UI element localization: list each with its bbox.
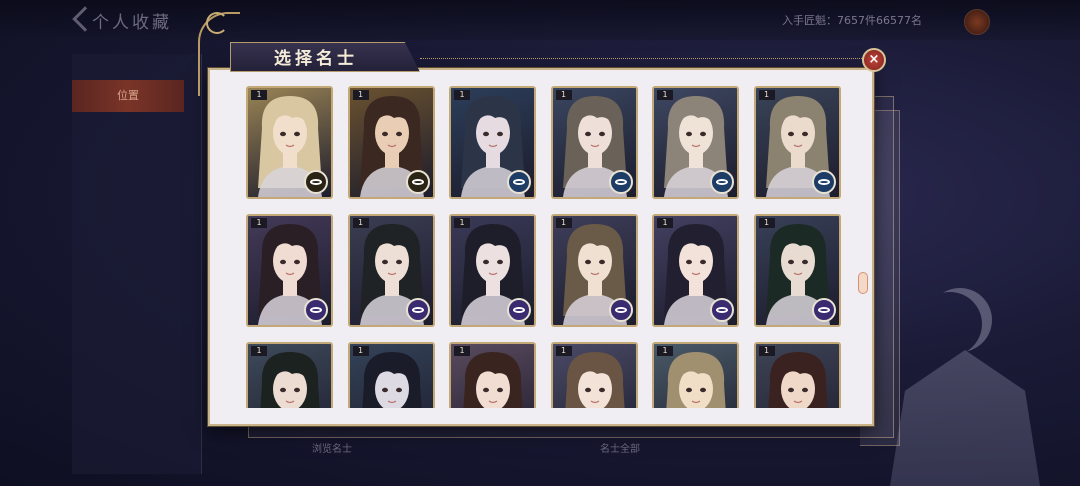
scholar-card[interactable]: 1 — [550, 86, 638, 199]
faction-emblem-icon — [710, 298, 734, 322]
scholar-card[interactable]: 1 — [347, 214, 435, 327]
rank-badge: 1 — [454, 90, 470, 100]
faction-emblem-icon — [405, 298, 430, 322]
scholar-card[interactable]: 1 — [753, 214, 841, 327]
scholar-card[interactable]: 1 — [449, 342, 536, 408]
rank-badge: 1 — [251, 346, 267, 356]
scholar-card[interactable]: 1 — [246, 86, 333, 199]
faction-emblem-icon — [304, 170, 328, 194]
faction-emblem-icon — [811, 298, 836, 322]
rank-badge: 1 — [555, 346, 572, 356]
scholar-card[interactable]: 1 — [449, 214, 536, 327]
scholar-card[interactable]: 1 — [550, 342, 638, 408]
rank-badge: 1 — [657, 218, 673, 228]
dialog-title: 选择名士 — [274, 49, 358, 69]
scholar-card[interactable]: 1 — [652, 86, 739, 199]
background-label-mid: 名士全部 — [600, 444, 640, 455]
faction-emblem-icon — [608, 298, 633, 322]
scholar-grid[interactable]: 1 1 1 1 1 1 1 1 1 1 1 1 1 1 1 1 1 1 — [244, 84, 844, 408]
rank-badge: 1 — [352, 218, 369, 228]
emblem-eye-icon — [716, 179, 728, 185]
scholar-card[interactable]: 1 — [652, 214, 739, 327]
rank-badge: 1 — [555, 218, 572, 228]
scholar-card[interactable]: 1 — [753, 86, 841, 199]
emblem-eye-icon — [310, 179, 322, 185]
rank-badge: 1 — [352, 90, 369, 100]
emblem-eye-icon — [310, 307, 322, 313]
rank-badge: 1 — [352, 346, 369, 356]
emblem-eye-icon — [817, 307, 830, 313]
rank-badge: 1 — [251, 218, 267, 228]
currency-readout: 入手匠魁：7657件66577名 — [782, 14, 922, 27]
emblem-eye-icon — [513, 179, 525, 185]
emblem-eye-icon — [817, 179, 830, 185]
rank-badge: 1 — [758, 218, 775, 228]
moon-decoration — [918, 292, 982, 356]
rank-badge: 1 — [555, 90, 572, 100]
title-divider — [420, 58, 862, 60]
emblem-eye-icon — [411, 307, 424, 313]
emblem-eye-icon — [614, 307, 627, 313]
rank-badge: 1 — [657, 90, 673, 100]
rank-badge: 1 — [454, 346, 470, 356]
faction-emblem-icon — [608, 170, 633, 194]
background-side-panel — [72, 54, 202, 474]
rank-badge: 1 — [758, 346, 775, 356]
background-page-title: 个人收藏 — [92, 13, 172, 33]
scholar-card[interactable]: 1 — [347, 342, 435, 408]
scrollbar-handle[interactable] — [858, 272, 868, 294]
faction-emblem-icon — [507, 298, 531, 322]
scholar-card[interactable]: 1 — [347, 86, 435, 199]
background-label-left: 浏览名士 — [312, 444, 352, 455]
close-button[interactable]: × — [862, 48, 886, 72]
faction-emblem-icon — [811, 170, 836, 194]
scholar-card[interactable]: 1 — [652, 342, 739, 408]
emblem-eye-icon — [716, 307, 728, 313]
scholar-card[interactable]: 1 — [449, 86, 536, 199]
rank-badge: 1 — [251, 90, 267, 100]
emblem-eye-icon — [411, 179, 424, 185]
building-silhouette — [890, 350, 1040, 486]
currency-icon[interactable] — [964, 9, 990, 35]
scholar-card[interactable]: 1 — [550, 214, 638, 327]
scholar-card[interactable]: 1 — [753, 342, 841, 408]
faction-emblem-icon — [507, 170, 531, 194]
side-tab[interactable]: 位置 — [72, 80, 184, 112]
rank-badge: 1 — [758, 90, 775, 100]
scholar-card[interactable]: 1 — [246, 214, 333, 327]
faction-emblem-icon — [710, 170, 734, 194]
rank-badge: 1 — [657, 346, 673, 356]
emblem-eye-icon — [614, 179, 627, 185]
faction-emblem-icon — [405, 170, 430, 194]
scholar-card[interactable]: 1 — [246, 342, 333, 408]
faction-emblem-icon — [304, 298, 328, 322]
rank-badge: 1 — [454, 218, 470, 228]
emblem-eye-icon — [513, 307, 525, 313]
moon-ornament-icon — [206, 12, 228, 34]
